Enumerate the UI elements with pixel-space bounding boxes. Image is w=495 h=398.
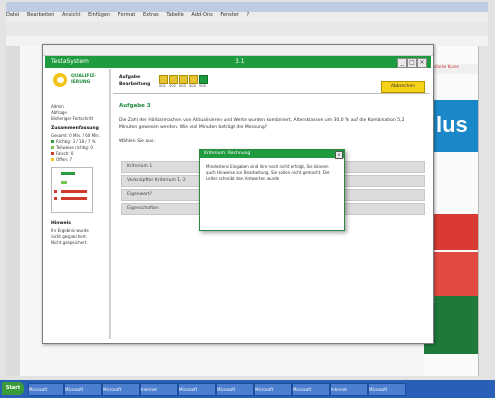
panel-line: Admin (51, 104, 64, 109)
note-line: nicht gespeichert. (51, 234, 88, 239)
progress-bar-wrong-2 (61, 197, 87, 200)
menu-item[interactable]: Extras (143, 12, 159, 18)
note-line: Nicht gespeichert. (51, 240, 88, 245)
question-number: 003 (179, 84, 186, 88)
note-title: Hinweis (51, 221, 71, 226)
app-header-bar: TestaSystem 3.1 _ □ × (45, 56, 431, 68)
hint-dialog: Kriterium: Rechnung × Mindestens Eingabe… (199, 149, 345, 231)
summary-line: Offen: 7 (56, 157, 73, 162)
question-number: 004 (189, 84, 196, 88)
summary-title: Zusammenfassung (51, 126, 99, 131)
app-version: 3.1 (235, 58, 245, 65)
app-title: TestaSystem (51, 58, 89, 65)
taskbar-item[interactable]: Microsoft (368, 383, 406, 396)
minimize-button[interactable]: _ (397, 58, 407, 68)
brand-line-2: IERUNG (71, 80, 91, 85)
logo-icon-inner (57, 77, 64, 83)
menu-item[interactable]: Add-Ons (191, 12, 212, 18)
question-text: Die Zahl der Hörbarmachen von Aktualisie… (119, 118, 405, 130)
right-pane-ad-2[interactable] (434, 252, 478, 296)
legend-correct-icon (51, 140, 54, 143)
question-number: 002 (169, 84, 176, 88)
right-pane-banner[interactable]: lus (434, 100, 478, 152)
start-button[interactable]: Start (2, 382, 24, 395)
dialog-text: Mindestens Eingaben sind ihre noch nicht… (206, 164, 330, 181)
summary-line: Richtig: 3 / 18 / 7 % (56, 139, 96, 144)
header-divider (113, 93, 429, 94)
taskbar-item[interactable]: Microsoft (254, 383, 292, 396)
menu-item[interactable]: Ansicht (62, 12, 80, 18)
panel-line: Abfrage (51, 110, 67, 115)
menu-item[interactable]: Format (118, 12, 136, 18)
question-title: Aufgabe 3 (119, 103, 151, 109)
info-panel: QUALIFIZ- IERUNG Admin Abfrage Bisherige… (47, 69, 111, 339)
taskbar-item[interactable]: Microsoft (178, 383, 216, 396)
legend-wrong-icon (51, 152, 54, 155)
panel-line: Bisheriger Fortschritt (51, 116, 94, 121)
dialog-title: Kriterium: Rechnung (200, 150, 344, 158)
right-pane-header: starke Kurse (434, 64, 480, 74)
question-number: 005 (199, 84, 206, 88)
legend-partial-icon (51, 146, 54, 149)
summary-line: Falsch: 0 (56, 151, 74, 156)
exam-window: TestaSystem 3.1 _ □ × QUALIFIZ- IERUNG A… (42, 44, 434, 344)
question-number: 001 (159, 84, 166, 88)
question-nav-2[interactable] (169, 75, 178, 84)
taskbar-item[interactable]: Microsoft (102, 383, 140, 396)
menu-item[interactable]: Tabelle (166, 12, 183, 18)
taskbar-item[interactable]: Microsoft (216, 383, 254, 396)
menu-item[interactable]: Einfügen (88, 12, 110, 18)
taskbar-item[interactable]: Microsoft (28, 383, 64, 396)
background-scrollbar[interactable] (478, 46, 489, 376)
menu-item[interactable]: Datei (6, 12, 19, 18)
summary-line: Gesamt: 0 Min. / 60 Min. (51, 133, 100, 138)
progress-bar-partial (61, 181, 67, 184)
close-button[interactable]: × (417, 58, 427, 68)
legend-open-icon (51, 158, 54, 161)
maximize-button[interactable]: □ (407, 58, 417, 68)
menu-item[interactable]: Fenster (220, 12, 239, 18)
menu-item[interactable]: ? (246, 12, 249, 18)
progress-bar-wrong (61, 190, 87, 193)
progress-marker-icon (54, 190, 57, 193)
question-prompt: Wählen Sie aus: (119, 139, 155, 144)
taskbar-item[interactable]: Internet (140, 383, 178, 396)
background-left-rail (6, 46, 21, 376)
progress-marker-icon (54, 197, 57, 200)
progress-bar-correct (61, 172, 75, 175)
taskbar-item[interactable]: Internet (330, 383, 368, 396)
right-pane-ad-1[interactable] (434, 214, 478, 250)
summary-line: Teilweise richtig: 0 (56, 145, 93, 150)
brand-line-1: QUALIFIZ- (71, 74, 97, 79)
dialog-close-button[interactable]: × (335, 151, 343, 159)
question-nav-5[interactable] (199, 75, 208, 84)
progress-label: Bearbeitung (119, 82, 151, 87)
background-window-titlebar (6, 2, 488, 12)
question-nav-4[interactable] (189, 75, 198, 84)
taskbar-item[interactable]: Microsoft (292, 383, 330, 396)
cancel-button[interactable]: Abbrechen (381, 81, 425, 93)
question-nav-3[interactable] (179, 75, 188, 84)
menu-item[interactable]: Bearbeiten (27, 12, 54, 18)
background-toolbar (6, 22, 488, 37)
exam-window-titlebar (43, 45, 433, 56)
note-line: Ihr Ergebnis wurde (51, 228, 89, 233)
question-nav-1[interactable] (159, 75, 168, 84)
task-label: Aufgabe (119, 75, 141, 80)
taskbar-item[interactable]: Microsoft (64, 383, 102, 396)
